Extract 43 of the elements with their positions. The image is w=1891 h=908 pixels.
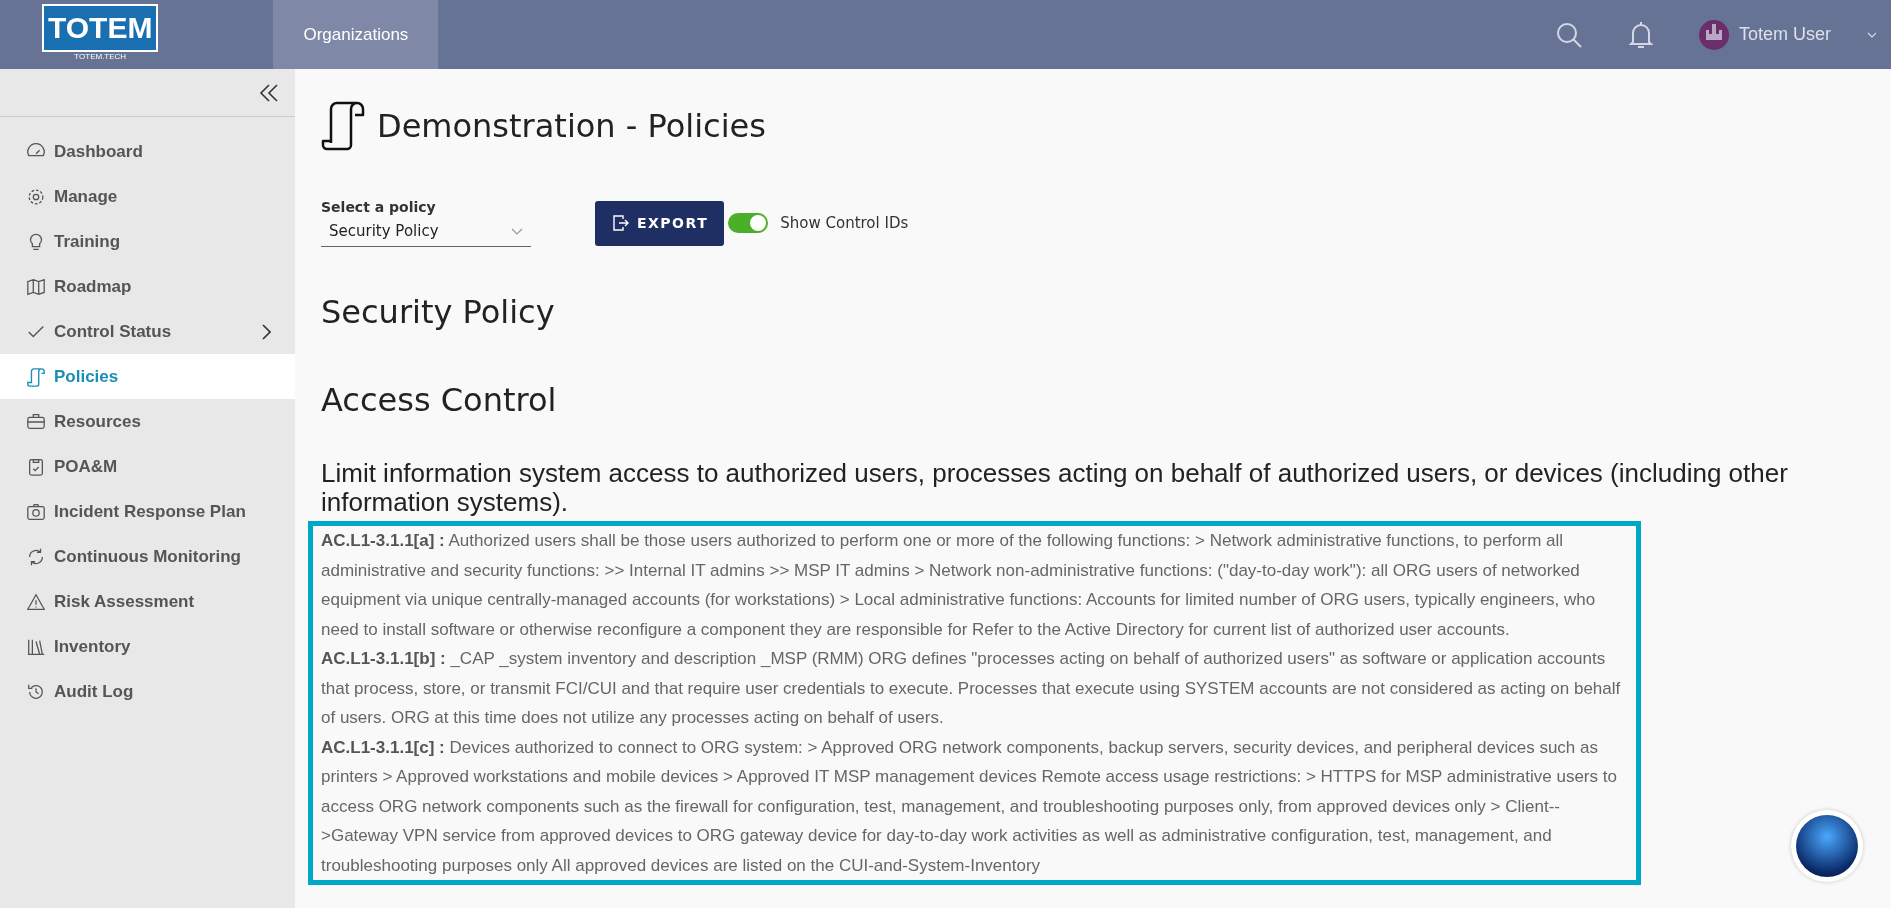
toggle-switch[interactable] [728, 213, 769, 233]
avatar-icon[interactable] [1698, 19, 1729, 50]
sidebar-item[interactable]: Policies [0, 354, 295, 399]
toggle-label: Show Control IDs [780, 214, 909, 232]
nav-tab[interactable]: Organizations [273, 0, 439, 69]
clipboard-icon [26, 456, 46, 477]
sidebar-item[interactable]: Risk Assessment [0, 579, 295, 624]
user-name[interactable]: Totem User [1738, 24, 1831, 45]
scroll-icon [321, 101, 365, 151]
sidebar-item[interactable]: POA&M [0, 444, 295, 489]
warning-icon [26, 591, 46, 612]
policy-title: Security Policy [321, 293, 556, 331]
sidebar-item[interactable]: Resources [0, 399, 295, 444]
sidebar-item[interactable]: Continuous Monitoring [0, 534, 295, 579]
sidebar-item[interactable]: Audit Log [0, 669, 295, 714]
map-icon [26, 276, 46, 297]
caret-icon[interactable] [1867, 31, 1877, 38]
sidebar-item[interactable]: Training [0, 219, 295, 264]
control-text: AC.L1-3.1.1[b] : _CAP _system inventory and description _MSP (RMM) ORG defines "processes acting on behalf of authorized users" as software or application accounts that process, store, or transmit FCI/CUI and that require user credentials to execute. Processes that execute using SYSTEM accounts are not considered as acting on behalf of users. ORG at this time does not utilize any processes acting on behalf of users. [321, 648, 1622, 729]
collapse-icon[interactable] [259, 83, 279, 102]
photo-placeholder [1796, 815, 1858, 877]
caret-icon [511, 227, 523, 235]
sidebar-item[interactable]: Dashboard [0, 129, 295, 174]
sidebar-item[interactable]: Inventory [0, 624, 295, 669]
cycle-icon [26, 546, 46, 567]
sidebar-item[interactable]: Roadmap [0, 264, 295, 309]
control-text: AC.L1-3.1.1[c] : Devices authorized to connect to ORG system: > Approved ORG network components, backup servers, security devices, and peripheral devices such as printers > Approved workstations and mobile devices > Approved IT MSP management devices Remote access usage restrictions: > HTTPS for MSP administrative users to access ORG network components such as the firewall for configuration, test, management, and troubleshooting purposes only, from approved devices only > Client-->Gateway VPN service from approved devices to ORG gateway device for day-to-day work activities as well as administrative configuration, test, management, and troubleshooting purposes only All approved devices are listed on the CUI-and-System-Inventory [321, 736, 1618, 877]
requirement-text: Limit information system access to authorized users, processes acting on behalf of authorized users, or devices (including other information systems). [321, 459, 1789, 517]
select-label: Select a policy [321, 199, 437, 215]
sidebar-item[interactable]: Control Status [0, 309, 295, 354]
page-title: Demonstration - Policies [377, 107, 766, 145]
scroll-icon [26, 366, 46, 387]
camera-icon [26, 501, 46, 522]
bell-icon[interactable] [1626, 19, 1655, 50]
sidebar-item[interactable]: Manage [0, 174, 295, 219]
control-text: AC.L1-3.1.1[a] : Authorized users shall be those users authorized to perform one or more of the following functions: > Network administrative functions, to perform all administrative and security functions: >> Internal IT admins >> MSP IT admins > Network non-administrative functions: ("day-to-day work"): all ORG users of networked equipment via unique centrally-managed accounts (for workstations) > Local administrative functions: Accounts for limited number of ORG users, typically engineers, who need to install software or otherwise reconfigure a component they are responsible for Refer to the Active Directory for current list of authorized user accounts. [321, 530, 1597, 641]
briefcase-icon [26, 411, 46, 432]
section-title: Access Control [321, 381, 558, 419]
export-button[interactable]: EXPORT [595, 200, 725, 246]
sidebar-item[interactable]: Incident Response Plan [0, 489, 295, 534]
chat-launcher-button[interactable] [1791, 810, 1863, 882]
policy-select[interactable]: Security Policy [321, 219, 531, 247]
export-icon [611, 214, 629, 232]
